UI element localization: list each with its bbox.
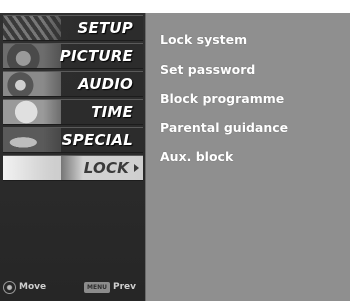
option-aux-block[interactable]: Aux. block [160, 149, 233, 164]
menu-item-time[interactable]: TIME [3, 99, 143, 125]
main-menu-sidebar: SETUP PICTURE AUDIO TIME SPECIAL LOCK Mo… [0, 13, 145, 301]
lock-submenu-panel: Lock system Set password Block programme… [145, 13, 350, 301]
submenu-arrow-icon [134, 164, 139, 172]
menu-item-label: PICTURE [59, 47, 133, 65]
menu-item-label: LOCK [83, 159, 129, 177]
move-dpad-icon [3, 281, 16, 294]
option-lock-system[interactable]: Lock system [160, 32, 247, 47]
menu-item-label: AUDIO [78, 75, 133, 93]
option-set-password[interactable]: Set password [160, 62, 255, 77]
option-block-programme[interactable]: Block programme [160, 91, 284, 106]
menu-item-label: SPECIAL [61, 131, 133, 149]
menu-item-special[interactable]: SPECIAL [3, 127, 143, 153]
menu-item-lock[interactable]: LOCK [3, 155, 143, 181]
menu-item-picture[interactable]: PICTURE [3, 43, 143, 69]
menu-item-audio[interactable]: AUDIO [3, 71, 143, 97]
prev-hint-label: Prev [113, 282, 137, 292]
option-parental-guidance[interactable]: Parental guidance [160, 120, 288, 135]
menu-key-icon: MENU [84, 282, 110, 293]
menu-item-label: TIME [91, 103, 133, 121]
menu-item-setup[interactable]: SETUP [3, 15, 143, 41]
tv-osd-screen: SETUP PICTURE AUDIO TIME SPECIAL LOCK Mo… [0, 13, 350, 301]
move-hint-label: Move [19, 282, 47, 292]
navigation-hint-bar: Move MENU Prev [0, 278, 145, 298]
menu-item-label: SETUP [77, 19, 133, 37]
